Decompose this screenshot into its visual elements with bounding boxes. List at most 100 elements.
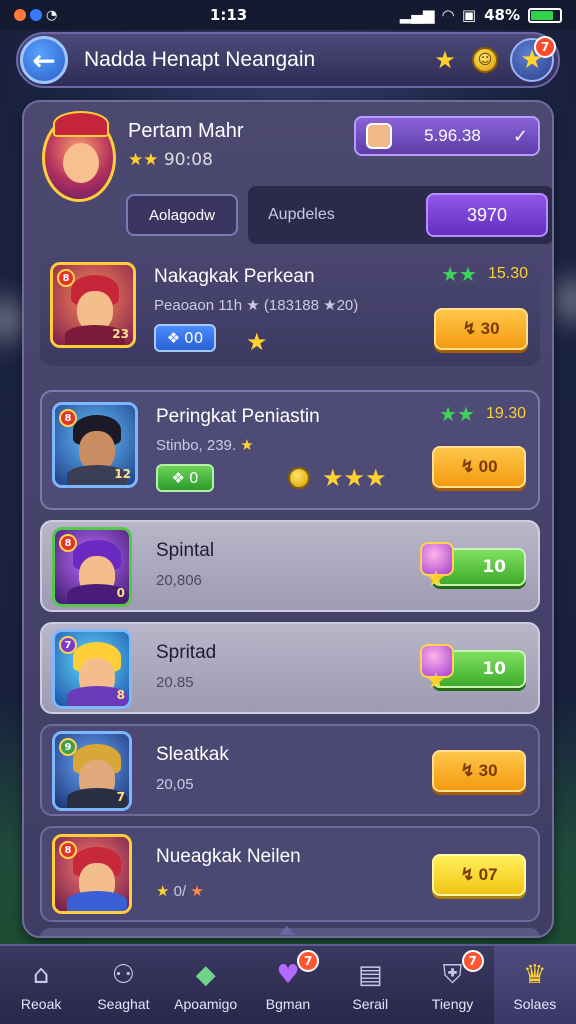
rewards-icons: ★★★ [288,464,387,492]
nav-shield[interactable]: ⛨ 7 Tiengy [411,946,493,1024]
hero-subtitle: 20,806 [156,572,202,589]
rank-badge: 8 [59,841,77,859]
buy-button[interactable]: ★ 10 [420,542,526,592]
star-icon: ★ [426,567,446,592]
buy-button[interactable]: ↯ 07 [432,854,526,896]
star-icon: ★ [156,883,170,900]
rank-badge: 7 [59,636,77,654]
star-icon[interactable]: ★ [430,46,460,74]
buy-button[interactable]: ↯ 00 [432,446,526,488]
buy-button-label: 30 [478,761,498,780]
star-icon: ★★ [439,402,475,426]
tab-updates[interactable]: Aupdeles [268,206,426,224]
buy-button[interactable]: ★ 10 [420,644,526,694]
rating: ★★ 19.30 [439,402,526,426]
buy-button-label: 10 [482,659,506,679]
bolt-icon: ↯ [462,319,477,338]
player-avatar[interactable] [42,111,116,202]
battery-percent: 48% [484,6,520,24]
level-label: 0 [116,586,125,600]
nav-card[interactable]: ▤ Serail [329,946,411,1024]
gem-icon: ❖ [166,329,181,347]
star-icon: ★ [246,328,268,356]
list-item[interactable]: 8 Nueagkak Neilen ★ 0/ ★ ↯ 07 [40,826,540,922]
chip-value: 00 [184,329,204,347]
coin-icon[interactable]: ☺ [472,47,498,73]
nav-team[interactable]: ⚇ Seaghat [82,946,164,1024]
nav-heart[interactable]: ♥ 7 Bgman [247,946,329,1024]
nav-label: Seaghat [97,996,150,1012]
gem-chip: ❖ 0 [156,464,214,492]
bottom-nav: ⌂ Reoak ⚇ Seaghat ◆ Apoamigo ♥ 7 Bgman ▤… [0,944,576,1024]
hero-name: Nueagkak Neilen [156,846,301,867]
star-icon: ★ [426,669,446,694]
hero-portrait: 8 23 [50,262,136,348]
rating-value: 19.30 [485,405,526,422]
tab-value-button[interactable]: 3970 [426,193,548,237]
avatar-face [63,143,99,183]
home-icon: ⌂ [32,960,50,990]
rank-badge: 9 [59,738,77,756]
hero-subtitle-text: 0/ [173,883,187,900]
hero-name: Peringkat Peniastin [156,406,320,427]
buy-button[interactable]: ↯ 30 [432,750,526,792]
chest-icon: ◆ [195,960,216,990]
nav-crown[interactable]: ♛ Solaes [493,946,576,1024]
star-icon: ★★ [441,262,477,286]
mini-avatar [366,123,392,149]
list-item[interactable]: 8 23 Nakagkak Perkean Peaoaon 11h ★ (183… [40,252,540,366]
hero-portrait: 9 7 [52,731,132,811]
hero-portrait: 8 [52,834,132,914]
app-icon [30,9,42,21]
star-icon: ★★ [128,150,159,170]
gem-icon: ❖ [171,469,185,487]
hero-subtitle-text: Stinbo, 239. [156,437,237,454]
hero-name: Nakagkak Perkean [154,266,315,287]
nav-chest[interactable]: ◆ Apoamigo [165,946,247,1024]
gem-chip: ❖ 00 [154,324,216,352]
rank-badge: 8 [57,269,75,287]
hero-name: Spritad [156,642,217,663]
scroll-caret-icon [279,926,295,935]
rank-badge: 8 [59,409,77,427]
buy-button[interactable]: ↯ 30 [434,308,528,350]
leaderboard-panel: Pertam Mahr ★★ 90:08 5.96.38 ✓ Aolagodw … [22,100,554,938]
star-icon: ★★★ [322,464,387,492]
nav-label: Apoamigo [174,996,238,1012]
back-button[interactable]: ← [20,36,68,84]
header-bar: ← Nadda Henapt Neangain ★ ☺ ★ 7 [16,32,560,88]
rating: ★★ 15.30 [441,262,528,286]
level-label: 7 [116,790,125,804]
nav-home[interactable]: ⌂ Reoak [0,946,82,1024]
hero-portrait: 8 12 [52,402,138,488]
page-title: Nadda Henapt Neangain [84,48,316,71]
status-icons-left: ◔ [14,8,57,23]
buy-button-label: 00 [478,457,498,476]
hero-subtitle: 20.85 [156,674,194,691]
hero-name: Sleatkak [156,744,229,765]
status-icons-right: ▂▄▆ ◠ ▣ 48% [400,6,562,24]
list-item[interactable]: 7 8 Spritad 20.85 ★ 10 [40,622,540,714]
player-name: Pertam Mahr [128,120,244,142]
tab-left[interactable]: Aolagodw [126,194,238,236]
hero-subtitle: ★ 0/ ★ [156,882,204,900]
favorites-button[interactable]: ★ 7 [510,36,556,82]
app-icon [14,9,26,21]
status-bar: ◔ 1:13 ▂▄▆ ◠ ▣ 48% [0,0,576,30]
list-item[interactable]: 8 0 Spintal 20,806 ★ 10 [40,520,540,612]
list-item[interactable]: 9 7 Sleatkak 20,05 ↯ 30 [40,724,540,816]
currency-dropdown[interactable]: 5.96.38 ✓ [354,116,540,156]
nav-label: Serail [352,996,389,1012]
signal-icon: ▂▄▆ [399,6,435,24]
notification-badge: 7 [297,950,320,972]
player-profile: Pertam Mahr ★★ 90:08 5.96.38 ✓ Aolagodw … [38,111,552,244]
rank-badge: 8 [59,534,77,552]
bolt-icon: ↯ [460,457,475,476]
bolt-icon: ↯ [460,865,475,884]
list-item[interactable]: 8 12 Peringkat Peniastin Stinbo, 239. ★ … [40,390,540,510]
chip-value: 0 [188,469,199,487]
star-icon: ★ [190,883,204,900]
notification-icon: ◔ [46,7,58,23]
tab-group: Aupdeles 3970 [248,186,552,244]
rating-value: 15.30 [487,265,528,282]
